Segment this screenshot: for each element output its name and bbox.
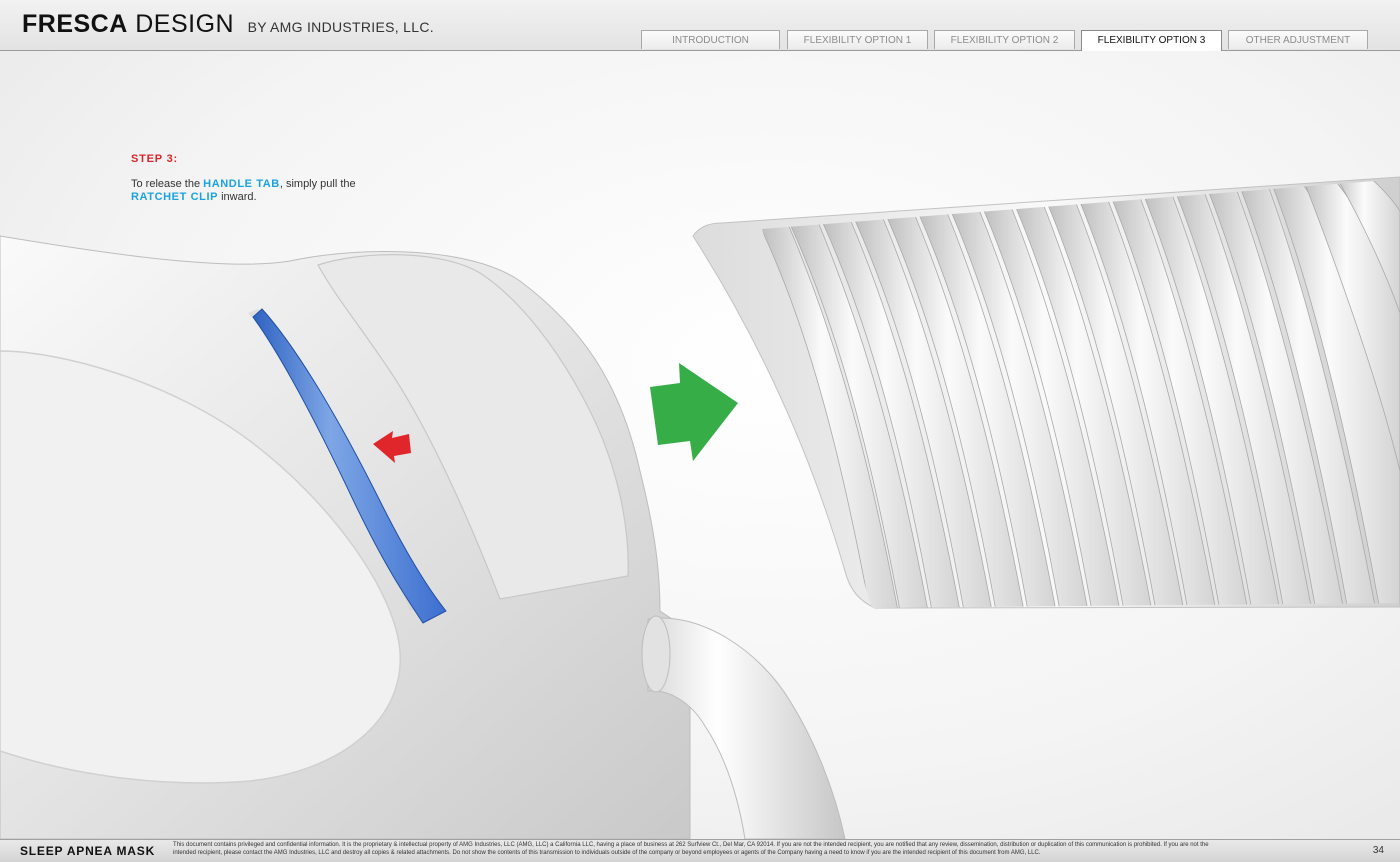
ratchet-clip-highlight: RATCHET CLIP [131,191,219,203]
product-name: SLEEP APNEA MASK [20,844,156,858]
tab-introduction[interactable]: INTRODUCTION [641,30,780,49]
legal-disclaimer: This document contains privileged and co… [173,842,1209,856]
instruction-part-1: To release the [131,178,204,190]
tab-flexibility-option-1[interactable]: FLEXIBILITY OPTION 1 [787,30,928,49]
step-label: STEP 3: [131,153,178,165]
handle-tab-highlight: HANDLE TAB [203,178,280,190]
brand-bold: FRESCA [22,10,128,38]
brand-logo: FRESCA DESIGN BY AMG INDUSTRIES, LLC. [22,10,434,39]
arrow-right-icon [650,363,738,461]
header-bar: FRESCA DESIGN BY AMG INDUSTRIES, LLC. IN… [0,0,1400,51]
instruction-part-2: , simply pull the [279,178,356,190]
tab-flexibility-option-3[interactable]: FLEXIBILITY OPTION 3 [1081,30,1222,51]
footer-bar: SLEEP APNEA MASK This document contains … [0,839,1400,862]
brand-byline: BY AMG INDUSTRIES, LLC. [247,19,434,35]
tab-flexibility-option-2[interactable]: FLEXIBILITY OPTION 2 [934,30,1075,49]
ratchet-detail-panel [692,176,1400,609]
brand-light: DESIGN [135,10,235,38]
tab-other-adjustment[interactable]: OTHER ADJUSTMENT [1228,30,1368,49]
product-render: STEP 3: To release the HANDLE TAB, simpl… [0,51,1400,839]
instruction-part-3: inward. [218,191,257,203]
mask-illustration [0,176,1400,839]
page-number: 34 [1372,845,1384,856]
instruction-text: To release the HANDLE TAB, simply pull t… [131,178,361,204]
